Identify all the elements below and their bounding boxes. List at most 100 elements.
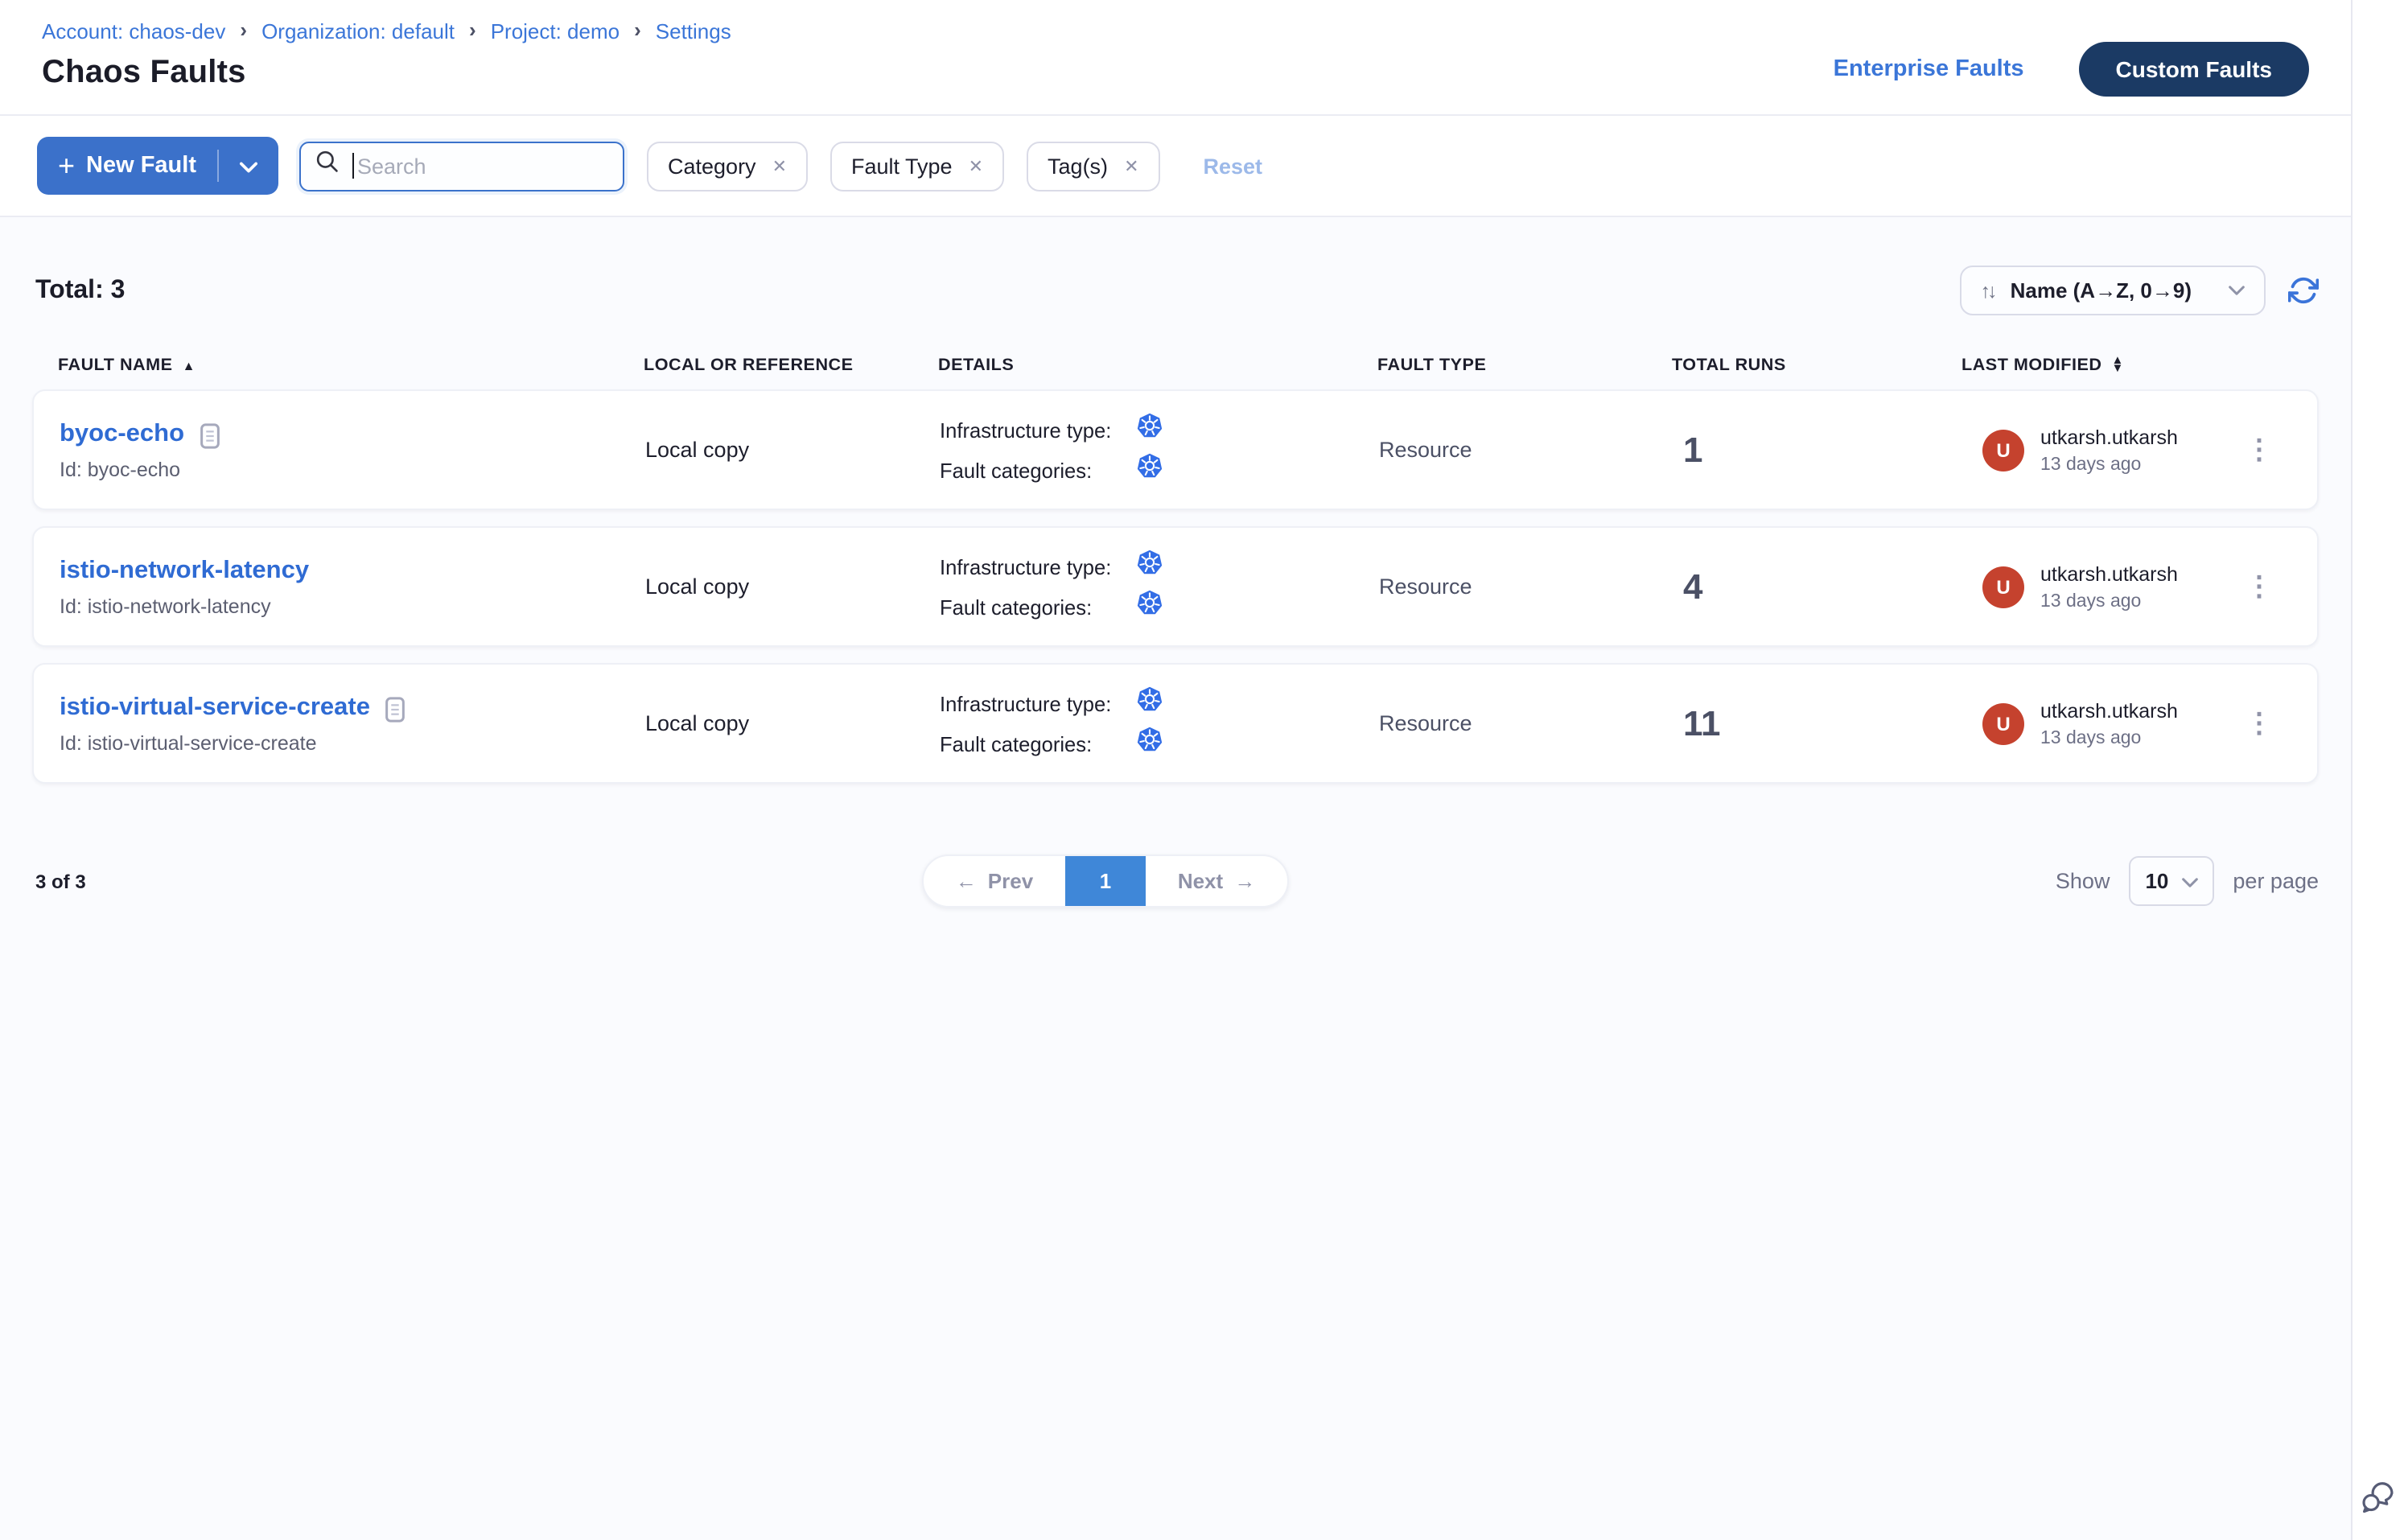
details-cell: Infrastructure type: Fault categories: bbox=[940, 407, 1379, 492]
fault-id: Id: istio-virtual-service-create bbox=[60, 731, 645, 754]
page-size-controls: Show 10 per page bbox=[2056, 854, 2319, 908]
next-label: Next bbox=[1178, 869, 1223, 893]
show-label: Show bbox=[2056, 869, 2110, 893]
filter-chips: Category ✕ Fault Type ✕ Tag(s) ✕ bbox=[647, 141, 1160, 191]
search-input[interactable] bbox=[357, 154, 582, 178]
sort-selected-value: Name (A→Z, 0→9) bbox=[2011, 278, 2192, 303]
refresh-button[interactable] bbox=[2288, 275, 2319, 306]
header-left: Account: chaos-dev › Organization: defau… bbox=[42, 19, 1834, 92]
help-chat-button[interactable] bbox=[2359, 1479, 2396, 1524]
avatar: u bbox=[1982, 702, 2024, 744]
prev-page-button[interactable]: ← Prev bbox=[924, 856, 1065, 906]
chip-label: Category bbox=[668, 154, 756, 178]
row-menu-button[interactable]: ⋮ bbox=[2227, 443, 2291, 458]
top-header: Account: chaos-dev › Organization: defau… bbox=[0, 0, 2351, 116]
fault-id: Id: istio-network-latency bbox=[60, 595, 645, 617]
new-fault-dropdown-toggle[interactable] bbox=[219, 154, 278, 178]
breadcrumb-project[interactable]: Project: demo bbox=[491, 19, 620, 43]
close-icon[interactable]: ✕ bbox=[969, 155, 983, 176]
modified-time: 13 days ago bbox=[2040, 728, 2178, 747]
sort-dropdown[interactable]: ↑↓ Name (A→Z, 0→9) bbox=[1960, 266, 2266, 315]
last-modified-cell: u utkarsh.utkarsh 13 days ago bbox=[1963, 426, 2227, 474]
arrow-left-icon: ← bbox=[956, 869, 977, 893]
chevron-down-icon bbox=[2229, 285, 2245, 296]
new-fault-label: New Fault bbox=[86, 153, 196, 179]
column-header-fault-name[interactable]: FAULT NAME ▲ bbox=[58, 356, 644, 375]
pager: ← Prev 1 Next → bbox=[922, 854, 1289, 908]
column-label: LAST MODIFIED bbox=[1961, 356, 2101, 375]
new-fault-button[interactable]: + New Fault bbox=[37, 137, 278, 195]
fault-name-link[interactable]: byoc-echo bbox=[60, 419, 184, 448]
prev-label: Prev bbox=[988, 869, 1033, 893]
next-page-button[interactable]: Next → bbox=[1146, 856, 1287, 906]
fault-categories-label: Fault categories: bbox=[940, 595, 1136, 619]
sort-ascending-icon: ▲ bbox=[183, 358, 196, 373]
filter-chip-tags[interactable]: Tag(s) ✕ bbox=[1027, 141, 1159, 191]
sort-updown-icon: ▲▼ bbox=[2111, 358, 2123, 373]
breadcrumb-account[interactable]: Account: chaos-dev bbox=[42, 19, 225, 43]
chevron-down-icon bbox=[240, 154, 257, 178]
page-number-button[interactable]: 1 bbox=[1065, 856, 1146, 906]
sort-controls: ↑↓ Name (A→Z, 0→9) bbox=[1960, 266, 2319, 315]
modified-by: utkarsh.utkarsh bbox=[2040, 562, 2178, 585]
last-modified-cell: u utkarsh.utkarsh 13 days ago bbox=[1963, 699, 2227, 747]
infrastructure-type-label: Infrastructure type: bbox=[940, 554, 1136, 579]
search-box[interactable] bbox=[299, 141, 624, 191]
fault-categories-label: Fault categories: bbox=[940, 458, 1136, 482]
fault-type-value: Resource bbox=[1379, 711, 1673, 735]
total-runs-value: 4 bbox=[1673, 566, 1963, 607]
enterprise-faults-link[interactable]: Enterprise Faults bbox=[1834, 56, 2024, 82]
table-column-headers: FAULT NAME ▲ LOCAL OR REFERENCE DETAILS … bbox=[32, 356, 2319, 375]
reset-filters-button[interactable]: Reset bbox=[1204, 154, 1263, 178]
column-label: TOTAL RUNS bbox=[1672, 356, 1786, 375]
kubernetes-icon bbox=[1136, 452, 1163, 488]
refresh-icon bbox=[2288, 275, 2319, 306]
pagination-range: 3 of 3 bbox=[35, 871, 86, 893]
column-header-fault-type: FAULT TYPE bbox=[1377, 356, 1672, 375]
page-size-select[interactable]: 10 bbox=[2129, 856, 2213, 906]
row-menu-button[interactable]: ⋮ bbox=[2227, 579, 2291, 595]
content-area: Total: 3 ↑↓ Name (A→Z, 0→9) bbox=[0, 217, 2351, 1540]
header-actions: Enterprise Faults Custom Faults bbox=[1834, 42, 2309, 97]
total-runs-value: 1 bbox=[1673, 429, 1963, 471]
local-or-reference-value: Local copy bbox=[645, 438, 940, 462]
breadcrumb-separator-icon: › bbox=[240, 18, 247, 42]
table-row[interactable]: byoc-echo Id: byoc-echo Local copy Infra… bbox=[32, 389, 2319, 510]
fault-name-cell: istio-virtual-service-create Id: istio-v… bbox=[60, 693, 645, 754]
column-header-last-modified[interactable]: LAST MODIFIED ▲▼ bbox=[1961, 356, 2229, 375]
column-label: FAULT TYPE bbox=[1377, 356, 1486, 375]
page-title: Chaos Faults bbox=[42, 55, 1834, 92]
local-or-reference-value: Local copy bbox=[645, 711, 940, 735]
copy-id-icon[interactable] bbox=[385, 696, 405, 722]
details-cell: Infrastructure type: Fault categories: bbox=[940, 544, 1379, 629]
column-label: FAULT NAME bbox=[58, 356, 173, 375]
fault-name-link[interactable]: istio-network-latency bbox=[60, 556, 309, 585]
kubernetes-icon bbox=[1136, 726, 1163, 761]
modified-by: utkarsh.utkarsh bbox=[2040, 699, 2178, 722]
breadcrumb-settings[interactable]: Settings bbox=[656, 19, 731, 43]
filter-chip-category[interactable]: Category ✕ bbox=[647, 141, 808, 191]
custom-faults-button[interactable]: Custom Faults bbox=[2079, 42, 2309, 97]
breadcrumb-organization[interactable]: Organization: default bbox=[261, 19, 455, 43]
table-row[interactable]: istio-virtual-service-create Id: istio-v… bbox=[32, 663, 2319, 784]
kubernetes-icon bbox=[1136, 686, 1163, 721]
fault-type-value: Resource bbox=[1379, 574, 1673, 599]
avatar: u bbox=[1982, 566, 2024, 607]
last-modified-cell: u utkarsh.utkarsh 13 days ago bbox=[1963, 562, 2227, 611]
fault-name-link[interactable]: istio-virtual-service-create bbox=[60, 693, 370, 722]
row-menu-button[interactable]: ⋮ bbox=[2227, 716, 2291, 731]
column-label: DETAILS bbox=[938, 356, 1014, 375]
close-icon[interactable]: ✕ bbox=[1124, 155, 1138, 176]
modified-time: 13 days ago bbox=[2040, 455, 2178, 474]
fault-name-cell: istio-network-latency Id: istio-network-… bbox=[60, 556, 645, 617]
modified-time: 13 days ago bbox=[2040, 591, 2178, 611]
table-row[interactable]: istio-network-latency Id: istio-network-… bbox=[32, 526, 2319, 647]
column-label: LOCAL OR REFERENCE bbox=[644, 356, 854, 375]
close-icon[interactable]: ✕ bbox=[772, 155, 787, 176]
copy-id-icon[interactable] bbox=[199, 422, 220, 448]
filter-chip-fault-type[interactable]: Fault Type ✕ bbox=[830, 141, 1004, 191]
page-size-value: 10 bbox=[2145, 869, 2168, 893]
breadcrumb-separator-icon: › bbox=[469, 18, 476, 42]
column-header-details: DETAILS bbox=[938, 356, 1377, 375]
kubernetes-icon bbox=[1136, 549, 1163, 584]
